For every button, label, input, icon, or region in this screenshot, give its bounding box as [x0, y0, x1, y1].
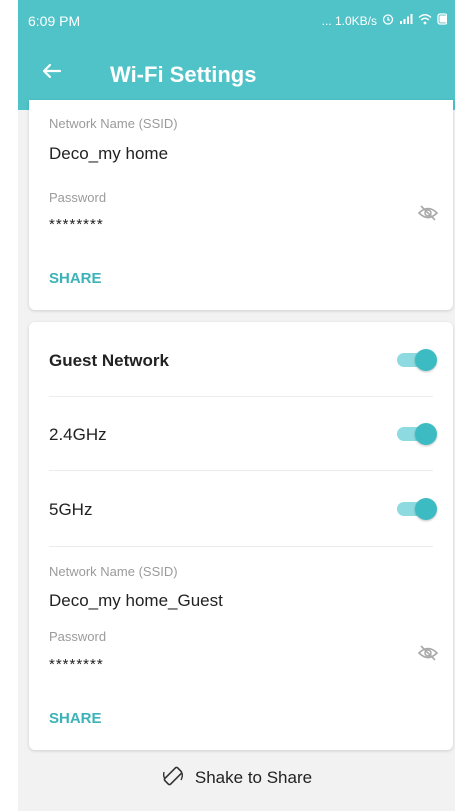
guest-network-title: Guest Network [49, 351, 169, 370]
net-speed: ... 1.0KB/s [321, 13, 377, 28]
wifi-icon [418, 13, 432, 28]
shake-to-share[interactable]: Shake to Share [18, 762, 455, 794]
main-network-card: Network Name (SSID) Deco_my home Passwor… [29, 100, 453, 310]
guest-share-button[interactable]: SHARE [49, 710, 102, 727]
divider [49, 546, 433, 547]
shake-icon [161, 764, 185, 793]
hide-password-icon[interactable] [417, 204, 439, 222]
status-time: 6:09 PM [28, 13, 81, 29]
guest-ssid-label: Network Name (SSID) [49, 564, 178, 579]
band-toggle-2g[interactable] [397, 423, 437, 445]
status-icons: ... 1.0KB/s [321, 13, 448, 28]
phone-screen: 6:09 PM ... 1.0KB/s Wi-Fi Settings Netwo… [18, 0, 455, 811]
guest-ssid-value: Deco_my home_Guest [49, 591, 223, 610]
band-label-5g: 5GHz [49, 500, 93, 519]
back-arrow-icon[interactable] [40, 60, 62, 88]
signal-icon [399, 13, 413, 28]
guest-password-value: ******** [49, 656, 104, 673]
share-button[interactable]: SHARE [49, 270, 102, 287]
toggle-knob [415, 423, 437, 445]
divider [49, 470, 433, 471]
password-value: ******** [49, 216, 104, 233]
ssid-label: Network Name (SSID) [49, 116, 178, 131]
page-title: Wi-Fi Settings [110, 62, 257, 87]
guest-network-card: Guest Network 2.4GHz 5GHz Network Name (… [29, 322, 453, 750]
ssid-value: Deco_my home [49, 144, 169, 163]
password-label: Password [49, 190, 107, 205]
toggle-knob [415, 498, 437, 520]
guest-network-toggle[interactable] [397, 349, 437, 371]
status-bar: 6:09 PM ... 1.0KB/s [18, 0, 455, 40]
alarm-icon [382, 13, 394, 28]
band-label-2g: 2.4GHz [49, 425, 107, 444]
band-toggle-5g[interactable] [397, 498, 437, 520]
hide-guest-password-icon[interactable] [417, 644, 439, 662]
battery-icon [437, 13, 448, 28]
divider [49, 396, 433, 397]
toggle-knob [415, 349, 437, 371]
shake-label: Shake to Share [194, 768, 313, 787]
guest-password-label: Password [49, 629, 107, 644]
